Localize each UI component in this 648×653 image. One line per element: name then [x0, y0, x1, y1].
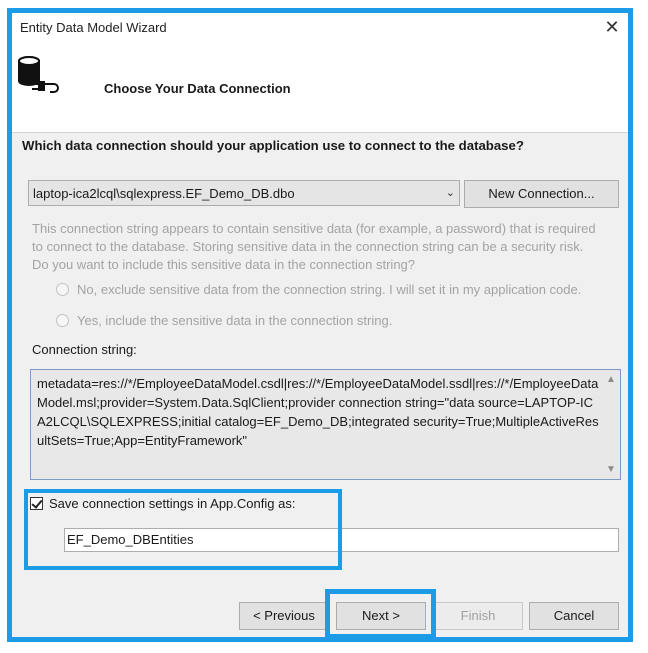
sensitive-data-notice: This connection string appears to contai…	[32, 221, 596, 272]
cancel-button[interactable]: Cancel	[529, 602, 619, 630]
highlight-frame-next	[325, 589, 436, 639]
new-connection-button[interactable]: New Connection...	[464, 180, 619, 208]
connection-select[interactable]: laptop-ica2lcql\sqlexpress.EF_Demo_DB.db…	[28, 180, 460, 206]
scroll-down-icon[interactable]: ▼	[606, 464, 616, 475]
previous-button[interactable]: < Previous	[239, 602, 329, 630]
radio-label: Yes, include the sensitive data in the c…	[77, 313, 393, 328]
radio-label: No, exclude sensitive data from the conn…	[77, 282, 582, 297]
radio-option-exclude[interactable]: No, exclude sensitive data from the conn…	[56, 282, 581, 297]
page-title: Choose Your Data Connection	[104, 81, 291, 96]
database-plug-icon	[18, 56, 59, 93]
connection-select-value: laptop-ica2lcql\sqlexpress.EF_Demo_DB.db…	[33, 186, 295, 201]
connection-string-box[interactable]: metadata=res://*/EmployeeDataModel.csdl|…	[30, 369, 621, 480]
finish-button[interactable]: Finish	[433, 602, 523, 630]
radio-button[interactable]	[56, 314, 69, 327]
title-bar: Entity Data Model Wizard ✕	[12, 13, 628, 41]
chevron-down-icon[interactable]: ⌄	[446, 186, 455, 199]
scrollbar[interactable]: ▲ ▼	[603, 370, 620, 479]
connection-string-text: metadata=res://*/EmployeeDataModel.csdl|…	[37, 376, 599, 448]
connection-question: Which data connection should your applic…	[22, 138, 524, 153]
scroll-up-icon[interactable]: ▲	[606, 374, 616, 385]
highlight-frame-save	[24, 489, 342, 570]
radio-button[interactable]	[56, 283, 69, 296]
window-title: Entity Data Model Wizard	[20, 20, 167, 35]
connection-string-label: Connection string:	[32, 342, 137, 357]
close-icon[interactable]: ✕	[600, 15, 624, 39]
radio-option-include[interactable]: Yes, include the sensitive data in the c…	[56, 313, 392, 328]
